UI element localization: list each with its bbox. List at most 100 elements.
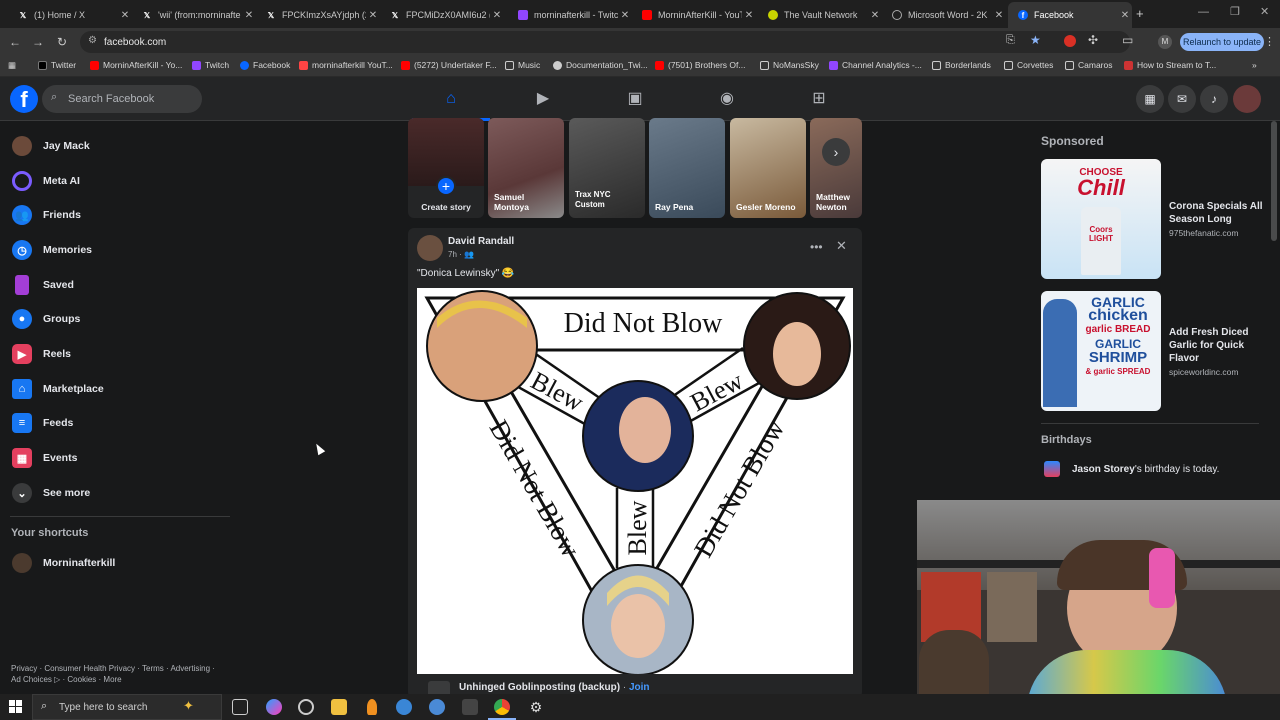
minimize-button[interactable]: — (1198, 6, 1209, 18)
close-icon[interactable]: ✕ (366, 10, 380, 21)
bookmark-twitter[interactable]: Twitter (38, 60, 76, 70)
post-author[interactable]: David Randall (448, 236, 514, 247)
bookmark-facebook[interactable]: Facebook (240, 60, 290, 70)
create-story-card[interactable]: + Create story (408, 118, 484, 218)
join-link[interactable]: Join (629, 682, 650, 693)
more-bookmarks-icon[interactable]: » (1252, 60, 1257, 70)
close-icon[interactable]: ✕ (618, 10, 632, 21)
next-post-author-name[interactable]: Unhinged Goblinposting (backup) (459, 682, 620, 693)
sidebar-item-profile[interactable]: Jay Mack (12, 133, 90, 159)
task-view-icon[interactable] (232, 699, 248, 715)
ad-title[interactable]: Corona Specials All Season Long (1169, 200, 1269, 226)
menu-dots-icon[interactable]: ⋮ (1264, 35, 1275, 48)
bookmark-brothers[interactable]: (7501) Brothers Of... (655, 60, 745, 70)
extension-icon[interactable] (1064, 35, 1076, 47)
story-card[interactable]: Trax NYC Custom (569, 118, 645, 218)
messenger-icon[interactable]: ✉ (1168, 85, 1196, 113)
search-input[interactable]: ⌕ Search Facebook (42, 85, 202, 113)
bookmark-youtube-channel[interactable]: MorninAfterKill - Yo... (90, 60, 182, 70)
profile-avatar[interactable]: M (1158, 35, 1172, 49)
chevron-right-icon[interactable]: › (822, 138, 850, 166)
ad-image-coors[interactable]: CHOOSE Chill Coors LIGHT (1041, 159, 1161, 279)
steam-icon[interactable] (298, 699, 314, 715)
marketplace-icon[interactable]: ▣ (623, 87, 647, 111)
close-icon[interactable]: ✕ (118, 10, 132, 21)
sidebar-item-see-more[interactable]: ⌄ See more (12, 480, 90, 506)
bookmark-folder-camaros[interactable]: Camaros (1065, 60, 1112, 70)
chrome-icon[interactable] (494, 699, 510, 715)
birthday-notice[interactable]: Jason Storey's birthday is today. (1072, 464, 1219, 475)
gaming-icon[interactable]: ⊞ (807, 87, 831, 111)
maximize-button[interactable]: ❐ (1230, 5, 1240, 18)
close-window-button[interactable]: ✕ (1260, 5, 1269, 18)
app-icon[interactable] (429, 699, 445, 715)
bookmark-how-to-stream[interactable]: How to Stream to T... (1124, 60, 1216, 70)
back-arrow-icon[interactable]: ← (7, 34, 23, 50)
sidebar-item-feeds[interactable]: ≡ Feeds (12, 410, 73, 436)
bell-icon[interactable]: ♪ (1200, 85, 1228, 113)
tab-youtube[interactable]: MorninAfterKill - YouT ✕ (632, 4, 756, 26)
sidebar-item-meta-ai[interactable]: Meta AI (12, 168, 80, 194)
tab-vault-network[interactable]: The Vault Network ✕ (758, 4, 882, 26)
avatar[interactable] (417, 235, 443, 261)
close-icon[interactable]: ✕ (1118, 10, 1132, 21)
close-icon[interactable]: ✕ (868, 10, 882, 21)
bookmark-documentation[interactable]: Documentation_Twi... (553, 60, 648, 70)
more-options-icon[interactable]: ••• (810, 240, 823, 254)
bookmark-star-icon[interactable]: ★ (1030, 33, 1041, 47)
facebook-logo-icon[interactable]: f (10, 85, 38, 113)
post-timestamp[interactable]: 7h · 👥 (448, 250, 474, 259)
avatar[interactable] (428, 681, 450, 694)
sidebar-item-saved[interactable]: Saved (12, 272, 74, 298)
bookmark-channel-analytics[interactable]: Channel Analytics -... (829, 60, 922, 70)
gear-icon[interactable]: ⚙ (528, 699, 544, 715)
bookmark-youtube-studio[interactable]: morninafterkill YouT... (299, 60, 393, 70)
taskbar-search-input[interactable]: ⌕ Type here to search ✦ (32, 694, 222, 720)
tab-word-doc[interactable]: Microsoft Word - 2K ✕ (882, 4, 1006, 26)
shortcut-morninafterkill[interactable]: Morninafterkill (12, 550, 115, 576)
close-icon[interactable]: ✕ (742, 10, 756, 21)
windows-start-icon[interactable] (9, 700, 23, 714)
scrollbar[interactable] (1271, 121, 1277, 241)
footer-links[interactable]: Privacy · Consumer Health Privacy · Term… (11, 664, 215, 673)
groups-icon[interactable]: ◉ (715, 87, 739, 111)
ad-title[interactable]: Add Fresh Diced Garlic for Quick Flavor (1169, 326, 1269, 365)
file-explorer-icon[interactable] (331, 699, 347, 715)
bookmark-folder-corvettes[interactable]: Corvettes (1004, 60, 1053, 70)
story-card[interactable]: Gesler Moreno (730, 118, 806, 218)
bookmark-twitch[interactable]: Twitch (192, 60, 229, 70)
sidebar-item-events[interactable]: ▦ Events (12, 445, 77, 471)
new-tab-button[interactable]: + (1136, 6, 1144, 21)
menu-grid-icon[interactable]: ▦ (1136, 85, 1164, 113)
tab-image-2[interactable]: 𝕏 FPCMiDzX0AMI6u2 (1 ✕ (380, 4, 504, 26)
tab-wii-search[interactable]: 𝕏 'wii' (from:morninafte ✕ (132, 4, 256, 26)
sidebar-item-marketplace[interactable]: ⌂ Marketplace (12, 376, 104, 402)
close-icon[interactable]: ✕ (992, 10, 1006, 21)
vlc-icon[interactable] (367, 699, 377, 715)
tab-facebook[interactable]: f Facebook ✕ (1008, 2, 1132, 28)
sidebar-item-memories[interactable]: ◷ Memories (12, 237, 92, 263)
home-icon[interactable]: ⌂ (439, 87, 463, 111)
tab-home-x[interactable]: 𝕏 (1) Home / X ✕ (8, 4, 132, 26)
apps-grid-icon[interactable]: ▦ (8, 60, 16, 71)
avatar[interactable] (1233, 85, 1261, 113)
ad-url[interactable]: 975thefanatic.com (1169, 228, 1238, 238)
side-panel-icon[interactable]: ▭ (1122, 33, 1133, 47)
forward-arrow-icon[interactable]: → (30, 34, 46, 50)
post-image[interactable]: Did Not Blow Blew Blew Did Not Blow Did … (417, 288, 853, 676)
obs-icon[interactable] (462, 699, 478, 715)
install-icon[interactable]: ⎘ (1006, 34, 1015, 47)
bookmark-folder-borderlands[interactable]: Borderlands (932, 60, 991, 70)
ad-url[interactable]: spiceworldinc.com (1169, 367, 1238, 377)
story-card[interactable]: Samuel Montoya (488, 118, 564, 218)
footer-links[interactable]: Ad Choices ▷ · Cookies · More (11, 675, 122, 684)
sidebar-item-groups[interactable]: ● Groups (12, 306, 80, 332)
sidebar-item-friends[interactable]: 👥 Friends (12, 202, 81, 228)
relaunch-button[interactable]: Relaunch to update (1180, 33, 1264, 51)
bookmark-folder-nomanssky[interactable]: NoMansSky (760, 60, 819, 70)
close-icon[interactable]: ✕ (836, 238, 847, 254)
ad-image-garlic[interactable]: GARLIC chicken garlic BREAD GARLIC SHRIM… (1041, 291, 1161, 411)
copilot-icon[interactable] (266, 699, 282, 715)
sidebar-item-reels[interactable]: ▶ Reels (12, 341, 71, 367)
close-icon[interactable]: ✕ (490, 10, 504, 21)
